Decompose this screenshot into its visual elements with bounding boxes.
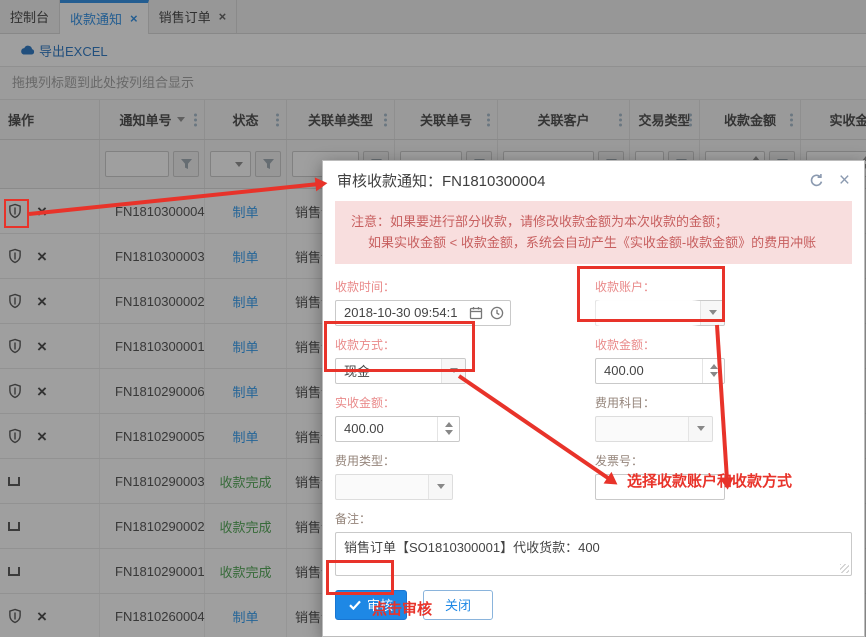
- modal-title-bar: 审核收款通知：FN1810300004 ×: [323, 161, 864, 199]
- receive-amount-value: 400.00: [604, 363, 644, 378]
- receive-account-select[interactable]: [595, 300, 725, 326]
- close-button-label: 关闭: [445, 595, 471, 614]
- spinner-icon[interactable]: [437, 417, 459, 441]
- receive-time-input[interactable]: 2018-10-30 09:54:1: [335, 300, 511, 326]
- close-button[interactable]: 关闭: [423, 590, 493, 620]
- actual-amount-label: 实收金额：: [335, 394, 595, 411]
- fee-subject-select[interactable]: [595, 416, 713, 442]
- modal-form: 收款时间： 2018-10-30 09:54:1: [323, 276, 864, 620]
- remark-label: 备注：: [335, 510, 852, 527]
- actual-amount-input[interactable]: 400.00: [335, 416, 460, 442]
- receive-time-value: 2018-10-30 09:54:1: [344, 305, 457, 320]
- receive-amount-label: 收款金额：: [595, 336, 852, 353]
- audit-button-label: 审核: [367, 595, 393, 614]
- modal-title: 审核收款通知：FN1810300004: [337, 170, 545, 191]
- fee-type-label: 费用类型：: [335, 452, 595, 469]
- notice-banner: 注意：如果要进行部分收款，请修改收款金额为本次收款的金额； 如果实收金额 < 收…: [335, 201, 852, 264]
- invoice-no-input[interactable]: [595, 474, 725, 500]
- check-icon: [349, 600, 361, 610]
- receive-amount-input[interactable]: 400.00: [595, 358, 725, 384]
- dropdown-caret-icon: [441, 359, 465, 383]
- redacted-account-value: [598, 298, 694, 328]
- fee-subject-label: 费用科目：: [595, 394, 852, 411]
- calendar-icon[interactable]: [469, 306, 483, 320]
- refresh-icon[interactable]: [809, 173, 824, 188]
- notice-line2: 如果实收金额 < 收款金额，系统会自动产生《实收金额-收款金额》的费用冲账: [351, 232, 836, 253]
- spinner-icon[interactable]: [702, 359, 724, 383]
- close-icon[interactable]: ×: [839, 171, 850, 190]
- receive-time-label: 收款时间：: [335, 278, 595, 295]
- receive-method-value: 现金: [344, 361, 370, 380]
- receive-account-label: 收款账户：: [595, 278, 852, 295]
- receive-method-select[interactable]: 现金: [335, 358, 466, 384]
- dropdown-caret-icon: [688, 417, 712, 441]
- notice-line1: 注意：如果要进行部分收款，请修改收款金额为本次收款的金额；: [351, 211, 836, 232]
- audit-button[interactable]: 审核: [335, 590, 407, 620]
- clock-icon[interactable]: [490, 306, 504, 320]
- audit-payment-modal: 审核收款通知：FN1810300004 × 注意：如果要进行部分收款，请修改收款…: [322, 160, 865, 637]
- dropdown-caret-icon: [428, 475, 452, 499]
- dropdown-caret-icon: [700, 301, 724, 325]
- actual-amount-value: 400.00: [344, 421, 384, 436]
- receive-method-label: 收款方式：: [335, 336, 595, 353]
- invoice-no-label: 发票号：: [595, 452, 852, 469]
- app-window: 控制台收款通知×销售订单× 导出EXCEL 拖拽列标题到此处按列组合显示 操作通…: [0, 0, 866, 637]
- fee-type-select[interactable]: [335, 474, 453, 500]
- remark-textarea[interactable]: 销售订单【SO1810300001】代收货款：400: [335, 532, 852, 576]
